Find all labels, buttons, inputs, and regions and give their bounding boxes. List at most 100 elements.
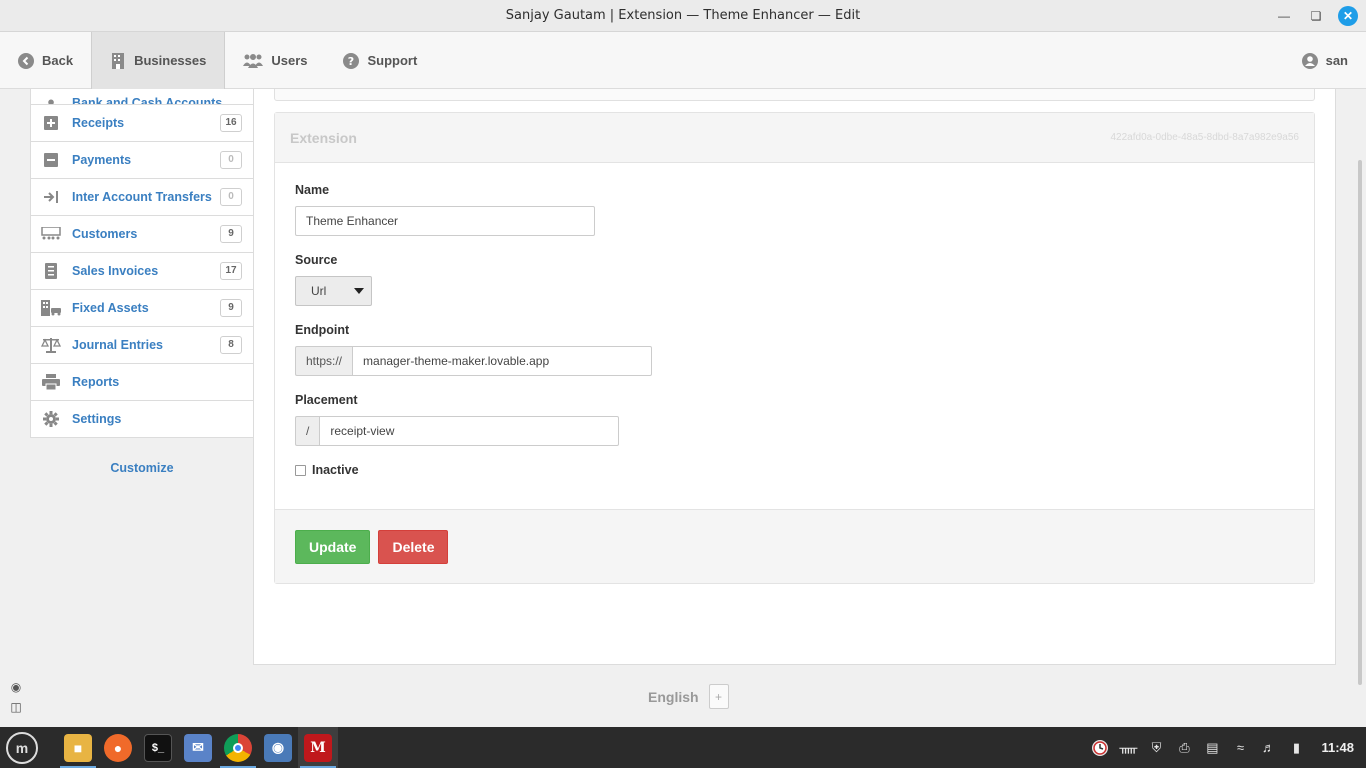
screenshot-icon[interactable]: ◉: [258, 727, 298, 768]
shield-icon[interactable]: ⛨: [1147, 739, 1165, 757]
system-tray: ᚅ ⛨ ⎙ ▤ ≈ ♬ ▮ 11:48: [1091, 727, 1354, 768]
sidebar-item-settings[interactable]: Settings: [30, 401, 254, 438]
left-floating-icons: ◉ ◫: [7, 680, 25, 714]
count-badge: 16: [220, 114, 242, 132]
update-button[interactable]: Update: [295, 529, 371, 564]
sidebar-item-label: Bank and Cash Accounts: [72, 96, 223, 105]
count-badge: 8: [220, 336, 242, 354]
sidebar-item-inter-account-transfers[interactable]: Inter Account Transfers 0: [30, 179, 254, 216]
customers-icon: [41, 225, 61, 243]
wifi-icon[interactable]: ≈: [1231, 739, 1249, 757]
source-select[interactable]: Url: [295, 276, 372, 306]
clock-alert-icon[interactable]: [1091, 739, 1109, 757]
placement-input[interactable]: receipt-view: [319, 416, 620, 446]
clipboard-icon[interactable]: ▤: [1203, 739, 1221, 757]
mint-menu-icon[interactable]: m: [6, 731, 38, 764]
mail-icon[interactable]: ✉: [178, 727, 218, 768]
building-car-icon: [41, 299, 61, 317]
placement-prefix: /: [295, 416, 320, 446]
files-icon[interactable]: ■: [58, 727, 98, 768]
sidebar-item-label: Journal Entries: [72, 338, 163, 352]
close-icon[interactable]: ✕: [1338, 6, 1358, 26]
sidebar-item-label: Payments: [72, 153, 132, 167]
support-label: Support: [367, 53, 418, 68]
main-content: Extension 422afd0a-0dbe-48a5-8dbd-8a7a98…: [253, 89, 1336, 665]
sidebar-item-journal-entries[interactable]: Journal Entries 8: [30, 327, 254, 364]
sidebar-item-bank-cash[interactable]: ● Bank and Cash Accounts: [30, 89, 254, 105]
previous-panel-edge: [274, 89, 1315, 101]
user-avatar-icon: [1301, 52, 1318, 69]
count-badge: 9: [220, 225, 242, 243]
nav-businesses[interactable]: Businesses: [91, 32, 226, 89]
name-input[interactable]: Theme Enhancer: [295, 206, 595, 236]
sidebar-item-payments[interactable]: Payments 0: [30, 142, 254, 179]
gear-icon: [41, 410, 61, 428]
users-icon: [243, 53, 264, 69]
panel-header: Extension 422afd0a-0dbe-48a5-8dbd-8a7a98…: [275, 113, 1314, 163]
delete-button[interactable]: Delete: [378, 529, 449, 564]
customize-link[interactable]: Customize: [30, 461, 254, 475]
invoice-icon: [41, 262, 61, 280]
back-arrow-icon: [18, 52, 34, 69]
sidebar: ● Bank and Cash Accounts Receipts 16 Pay…: [30, 89, 254, 475]
count-badge: 0: [220, 188, 242, 206]
question-icon: ?: [343, 52, 360, 69]
sidebar-item-label: Customers: [72, 227, 138, 241]
sidebar-item-label: Fixed Assets: [72, 301, 149, 315]
sidebar-item-reports[interactable]: Reports: [30, 364, 254, 401]
os-taskbar: m ■ ● $_ ✉ ◉ M ᚅ ⛨ ⎙ ▤ ≈ ♬ ▮ 11:48: [0, 727, 1366, 768]
endpoint-label: Endpoint: [295, 323, 350, 337]
panel-body: Name Theme Enhancer Source Url Endpoint …: [275, 163, 1314, 497]
bluetooth-icon[interactable]: ᚅ: [1119, 739, 1138, 757]
coins-icon: ●: [47, 93, 55, 105]
clock[interactable]: 11:48: [1321, 740, 1354, 755]
add-language-button[interactable]: +: [708, 684, 729, 709]
nav-support[interactable]: ? Support: [325, 32, 435, 89]
businesses-label: Businesses: [134, 53, 207, 68]
nav-users[interactable]: Users: [225, 32, 325, 89]
count-badge: 9: [220, 299, 242, 317]
mask-icon[interactable]: ◉: [7, 680, 25, 694]
sidebar-item-label: Inter Account Transfers: [72, 190, 212, 204]
restore-icon[interactable]: ❏: [1306, 6, 1326, 26]
printer-icon: [41, 373, 61, 391]
panel-footer: Update Delete: [275, 509, 1314, 583]
source-field-group: Source Url: [295, 253, 1294, 306]
panel-title: Extension: [290, 129, 357, 146]
battery-icon[interactable]: ▮: [1287, 739, 1305, 757]
plus-square-icon: [41, 114, 61, 132]
record-id: 422afd0a-0dbe-48a5-8dbd-8a7a982e9a56: [1110, 132, 1299, 143]
user-menu[interactable]: san: [1301, 32, 1348, 89]
back-button[interactable]: Back: [0, 32, 91, 89]
inactive-label: Inactive: [312, 463, 359, 477]
language-label[interactable]: English: [648, 689, 699, 705]
endpoint-input[interactable]: manager-theme-maker.lovable.app: [352, 346, 653, 376]
endpoint-field-group: Endpoint https:// manager-theme-maker.lo…: [295, 323, 1294, 376]
placement-input-group: / receipt-view: [295, 416, 1294, 446]
sidebar-item-customers[interactable]: Customers 9: [30, 216, 254, 253]
sidebar-item-receipts[interactable]: Receipts 16: [30, 105, 254, 142]
sidebar-item-sales-invoices[interactable]: Sales Invoices 17: [30, 253, 254, 290]
window-title: Sanjay Gautam | Extension — Theme Enhanc…: [505, 8, 861, 23]
chrome-icon[interactable]: [218, 727, 258, 768]
terminal-icon[interactable]: $_: [138, 727, 178, 768]
name-field-group: Name Theme Enhancer: [295, 183, 1294, 236]
sidebar-item-label: Receipts: [72, 116, 125, 130]
building-icon: [110, 52, 126, 69]
firefox-icon[interactable]: ●: [98, 727, 138, 768]
source-selected-value: Url: [311, 284, 327, 298]
top-navigation: Back Businesses Users ? Support san: [0, 32, 1366, 89]
inactive-checkbox[interactable]: [295, 464, 306, 476]
sidebar-toggle-icon[interactable]: ◫: [7, 700, 25, 714]
page-scrollbar[interactable]: [1358, 160, 1362, 685]
minimize-icon[interactable]: —: [1274, 6, 1294, 26]
volume-icon[interactable]: ♬: [1259, 739, 1277, 757]
transfer-arrow-icon: [41, 188, 61, 206]
sidebar-item-fixed-assets[interactable]: Fixed Assets 9: [30, 290, 254, 327]
sidebar-item-label: Settings: [72, 412, 122, 426]
manager-icon[interactable]: M: [298, 727, 338, 768]
printer-tray-icon[interactable]: ⎙: [1175, 739, 1193, 757]
language-selector: English +: [648, 684, 729, 709]
window-controls: — ❏ ✕: [1274, 6, 1358, 26]
back-label: Back: [42, 53, 74, 68]
